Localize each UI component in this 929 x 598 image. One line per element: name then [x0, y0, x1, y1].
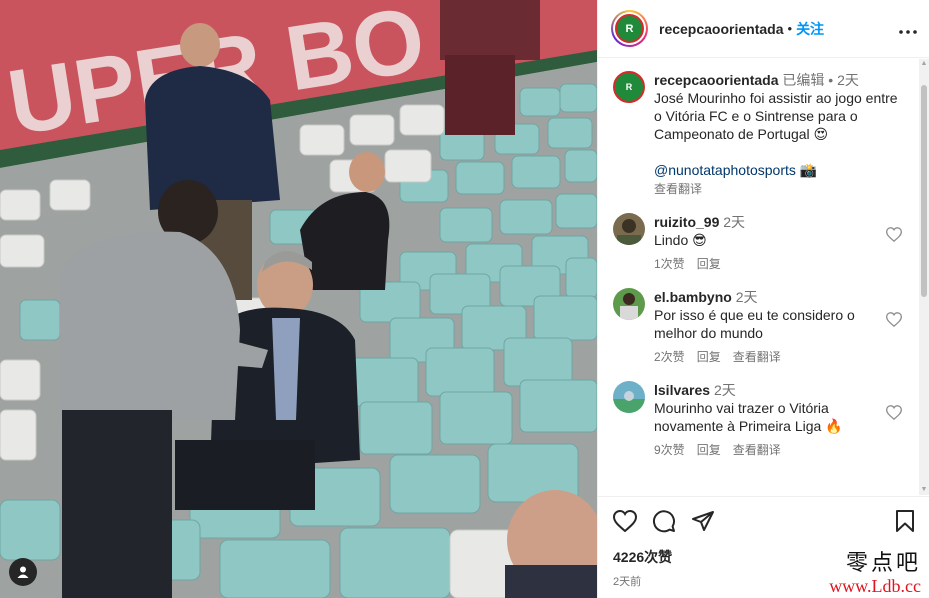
comment-item: ruizito_99 2天 Lindo 😎 1次赞 回复 — [613, 213, 905, 273]
separator-dot: • — [787, 21, 793, 36]
comment-translate-link[interactable]: 查看翻译 — [733, 441, 781, 459]
caption-text: José Mourinho foi assistir ao jogo entre… — [654, 90, 898, 142]
caption-translate-link[interactable]: 查看翻译 — [654, 180, 898, 198]
comment-item: el.bambyno 2天 Por isso é que eu te consi… — [613, 288, 905, 366]
stadium-photo: UPER BO — [0, 0, 597, 598]
scrollbar-thumb[interactable] — [921, 85, 927, 297]
follow-button[interactable]: 关注 — [796, 19, 824, 39]
comment-like-count[interactable]: 2次赞 — [654, 348, 685, 366]
post-header: R recepcaoorientada • 关注 — [598, 0, 929, 58]
share-icon[interactable] — [691, 510, 715, 537]
commenter-avatar[interactable] — [613, 381, 645, 413]
commenter-avatar[interactable] — [613, 288, 645, 320]
post-photo[interactable]: UPER BO — [0, 0, 597, 598]
heart-icon[interactable] — [885, 227, 903, 247]
scroll-up-icon[interactable]: ▲ — [919, 59, 929, 69]
comment-translate-link[interactable]: 查看翻译 — [733, 348, 781, 366]
reply-button[interactable]: 回复 — [697, 348, 721, 366]
comment-like-count[interactable]: 9次赞 — [654, 441, 685, 459]
bookmark-icon[interactable] — [895, 509, 915, 537]
comment-age: 2天 — [735, 289, 758, 305]
watermark-cn: 零点吧 — [845, 551, 921, 576]
commenter-username[interactable]: ruizito_99 — [654, 214, 719, 230]
comments-scrollbar[interactable]: ▲ ▼ — [919, 59, 929, 495]
site-watermark: 零点吧 www.Ldb.cc — [829, 551, 921, 597]
edited-label: 已编辑 — [782, 72, 825, 88]
brand-logo: R — [615, 14, 644, 43]
heart-icon[interactable] — [885, 312, 903, 332]
comment-text: Por isso é que eu te considero o melhor … — [654, 307, 855, 341]
commenter-username[interactable]: lsilvares — [654, 382, 710, 398]
comments-list[interactable]: R recepcaoorientada 已编辑 • 2天 José Mourin… — [598, 59, 919, 495]
reply-button[interactable]: 回复 — [697, 441, 721, 459]
separator-dot: • — [828, 72, 834, 88]
comment-text: Mourinho vai trazer o Vitória novamente … — [654, 400, 843, 434]
commenter-avatar[interactable] — [613, 213, 645, 245]
post-caption: R recepcaoorientada 已编辑 • 2天 José Mourin… — [613, 71, 905, 198]
watermark-url: www.Ldb.cc — [829, 576, 921, 596]
reply-button[interactable]: 回复 — [697, 255, 721, 273]
heart-icon[interactable] — [885, 405, 903, 425]
post-side-panel: R recepcaoorientada • 关注 R recepcaoorien… — [597, 0, 929, 598]
more-icon[interactable] — [899, 18, 917, 39]
comment-age: 2天 — [723, 214, 746, 230]
profile-avatar[interactable]: R — [611, 10, 648, 47]
comment-icon[interactable] — [652, 509, 676, 538]
comment-like-count[interactable]: 1次赞 — [654, 255, 685, 273]
caption-avatar[interactable]: R — [613, 71, 645, 103]
comment-age: 2天 — [713, 382, 736, 398]
heart-icon[interactable] — [612, 509, 638, 537]
scroll-down-icon[interactable]: ▼ — [919, 485, 929, 495]
caption-age: 2天 — [837, 72, 859, 88]
comment-item: lsilvares 2天 Mourinho vai trazer o Vitór… — [613, 381, 905, 459]
header-username[interactable]: recepcaoorientada — [659, 21, 784, 37]
user-tag-icon[interactable] — [9, 558, 37, 586]
commenter-username[interactable]: el.bambyno — [654, 289, 732, 305]
photographer-mention[interactable]: @nunotataphotosports 📸 — [654, 161, 898, 179]
caption-username[interactable]: recepcaoorientada — [654, 72, 779, 88]
comment-text: Lindo 😎 — [654, 232, 707, 248]
